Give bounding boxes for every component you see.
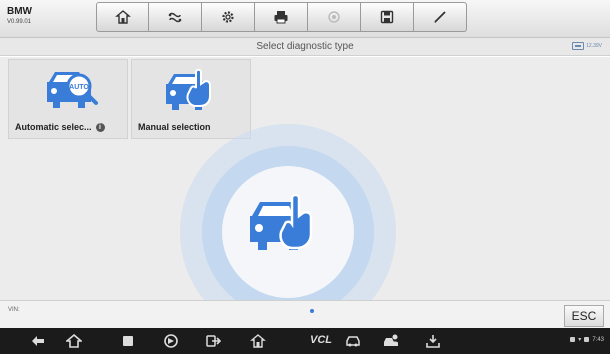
clock: 7:43: [592, 336, 604, 343]
update-button[interactable]: [425, 333, 441, 349]
print-icon: [274, 11, 288, 24]
recents-button[interactable]: [120, 333, 136, 349]
top-toolbar: BMW V0.99.01: [0, 0, 610, 38]
system-status: ▾ 7:43: [570, 336, 604, 343]
exit-button[interactable]: [205, 333, 221, 349]
car-icon: [346, 336, 360, 347]
function-toolbar: [96, 2, 467, 32]
browser-button[interactable]: [163, 333, 179, 349]
data-logging-button[interactable]: [414, 2, 467, 32]
automatic-selection-label: Automatic selec... i: [15, 122, 105, 132]
battery-status-icon: [584, 337, 590, 342]
battery-voltage-value: 12.39V: [586, 43, 602, 49]
wifi-icon: ▾: [578, 337, 582, 343]
home-icon: [114, 10, 131, 24]
esc-button[interactable]: ESC: [564, 305, 604, 327]
automatic-selection-text: Automatic selec...: [15, 122, 92, 132]
help-icon: [328, 11, 340, 23]
save-icon: [380, 10, 394, 24]
exit-icon: [206, 335, 221, 347]
manual-select-car-icon: [166, 68, 211, 110]
print-button[interactable]: [255, 2, 308, 32]
data-logging-icon: [434, 11, 446, 23]
vehicle-info: BMW V0.99.01: [7, 6, 32, 26]
save-button[interactable]: [361, 2, 414, 32]
settings-button[interactable]: [202, 2, 255, 32]
page-indicator: [310, 309, 314, 313]
main-content: AUTO Automatic selec... i Manual selecti…: [0, 57, 610, 340]
vehicle-make: BMW: [7, 6, 32, 17]
shop-manager-icon: [384, 334, 398, 346]
help-button[interactable]: [308, 2, 361, 32]
update-icon: [426, 335, 440, 348]
home-button[interactable]: [96, 2, 149, 32]
back-button[interactable]: [30, 333, 46, 349]
battery-voltage: 12.39V: [572, 42, 602, 50]
shop-manager-button[interactable]: [383, 333, 399, 349]
browser-icon: [164, 334, 178, 348]
info-icon[interactable]: i: [95, 122, 105, 132]
vehicle-swap-icon: [168, 12, 182, 23]
system-nav-bar: VCL ▾ 7:43: [0, 328, 610, 354]
software-version: V0.99.01: [7, 19, 32, 25]
bottom-status-bar: VIN: ESC: [0, 300, 610, 328]
title-strip: Select diagnostic type 12.39V: [0, 38, 610, 56]
android-home-button[interactable]: [66, 333, 82, 349]
settings-icon: [222, 11, 234, 23]
home-icon: [66, 333, 82, 348]
vehicle-swap-button[interactable]: [149, 2, 202, 32]
auto-detect-car-icon: AUTO: [47, 72, 98, 108]
vin-label: VIN:: [8, 307, 20, 313]
maxifix-home-icon: [250, 334, 266, 348]
notification-icon: [570, 337, 576, 342]
svg-text:AUTO: AUTO: [69, 84, 89, 91]
automatic-selection-tile[interactable]: AUTO Automatic selec... i: [8, 59, 128, 139]
page-title: Select diagnostic type: [256, 41, 354, 52]
recents-icon: [123, 336, 133, 346]
car-button[interactable]: [345, 333, 361, 349]
back-icon: [32, 336, 44, 346]
battery-icon: [572, 42, 585, 50]
maxifix-home-button[interactable]: [250, 333, 266, 349]
vcl-button[interactable]: VCL: [310, 334, 332, 346]
